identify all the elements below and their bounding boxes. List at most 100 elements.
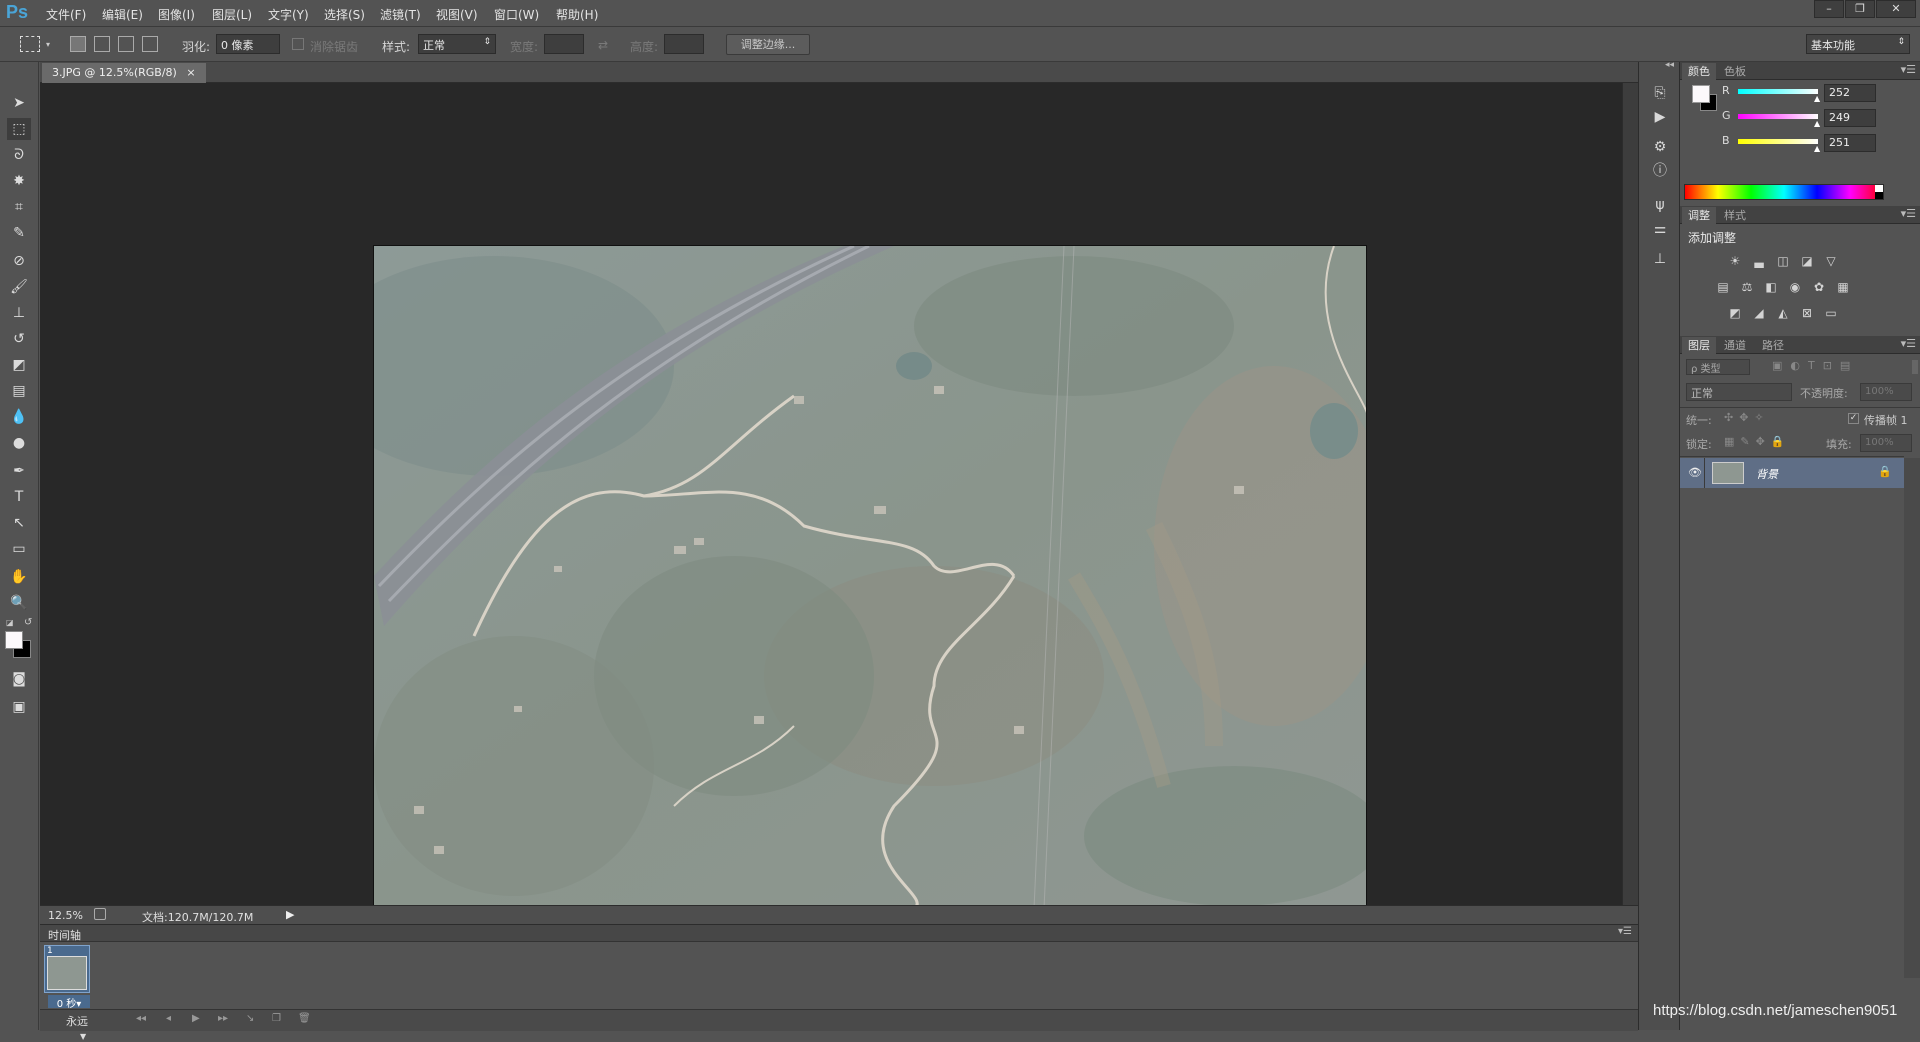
opacity-input[interactable]: 100%	[1860, 383, 1912, 401]
crop-tool-icon[interactable]: ⌗	[7, 196, 31, 218]
channel-mixer-icon[interactable]: ✿	[1810, 278, 1828, 296]
height-input[interactable]	[664, 34, 704, 54]
frame-delay-select[interactable]: 0 秒▾	[48, 995, 90, 1010]
status-info-icon[interactable]	[94, 908, 106, 920]
move-tool-icon[interactable]: ➤	[7, 92, 31, 114]
posterize-icon[interactable]: ◢	[1750, 304, 1768, 322]
chevron-down-icon[interactable]: ▾	[46, 40, 50, 49]
canvas-area[interactable]	[40, 83, 1622, 908]
clone-source-icon[interactable]: ⊥	[1649, 248, 1671, 270]
next-frame-icon[interactable]: ▸▸	[218, 1013, 228, 1024]
swap-icon[interactable]: ⇄	[598, 38, 608, 52]
tab-layers[interactable]: 图层	[1682, 337, 1716, 354]
screen-mode-icon[interactable]: ▣	[7, 696, 31, 718]
selective-color-icon[interactable]: ⊠	[1798, 304, 1816, 322]
rectangular-marquee-icon[interactable]: ⬚	[7, 118, 31, 140]
subtract-selection-icon[interactable]	[118, 36, 134, 52]
close-tab-icon[interactable]: ×	[186, 66, 195, 79]
animation-frame[interactable]: 1	[44, 945, 90, 993]
gradient-tool-icon[interactable]: ▤	[7, 380, 31, 402]
black-white-icon[interactable]: ◧	[1762, 278, 1780, 296]
panel-menu-icon[interactable]: ▾☰	[1901, 63, 1916, 76]
tab-adjustments[interactable]: 调整	[1682, 207, 1716, 224]
previous-frame-icon[interactable]: ◂	[166, 1013, 171, 1024]
menu-image[interactable]: 图像(I)	[158, 6, 195, 23]
g-value-input[interactable]: 249	[1824, 109, 1876, 127]
document-tab[interactable]: 3.JPG @ 12.5%(RGB/8) ×	[42, 63, 206, 83]
g-slider-thumb-icon[interactable]: ▲	[1814, 119, 1820, 128]
layer-filter-select[interactable]: ρ 类型	[1686, 359, 1750, 375]
layer-row[interactable]: 👁 背景 🔒	[1680, 458, 1904, 488]
b-value-input[interactable]: 251	[1824, 134, 1876, 152]
type-tool-icon[interactable]: T	[7, 486, 31, 508]
invert-icon[interactable]: ◩	[1726, 304, 1744, 322]
menu-window[interactable]: 窗口(W)	[494, 6, 539, 23]
menu-type[interactable]: 文字(Y)	[268, 6, 309, 23]
zoom-level[interactable]: 12.5%	[48, 909, 83, 922]
restore-button[interactable]: ❐	[1845, 0, 1875, 18]
add-to-selection-icon[interactable]	[94, 36, 110, 52]
play-icon[interactable]: ▶	[192, 1013, 200, 1024]
intersect-selection-icon[interactable]	[142, 36, 158, 52]
gradient-map-icon[interactable]: ▭	[1822, 304, 1840, 322]
hue-saturation-icon[interactable]: ▤	[1714, 278, 1732, 296]
r-slider[interactable]	[1738, 89, 1818, 94]
refine-edge-button[interactable]: 调整边缘...	[726, 34, 810, 55]
r-value-input[interactable]: 252	[1824, 84, 1876, 102]
history-brush-icon[interactable]: ↺	[7, 328, 31, 350]
style-select[interactable]: 正常 ⇕	[418, 34, 496, 54]
curves-icon[interactable]: ◫	[1774, 252, 1792, 270]
brush-panel-icon[interactable]: ψ	[1649, 194, 1671, 216]
lasso-tool-icon[interactable]: ᘐ	[7, 144, 31, 166]
close-window-button[interactable]: ✕	[1876, 0, 1916, 18]
menu-filter[interactable]: 滤镜(T)	[380, 6, 421, 23]
collapse-dock-icon[interactable]: ◂◂	[1665, 60, 1674, 70]
threshold-icon[interactable]: ◭	[1774, 304, 1792, 322]
layer-filter-icons[interactable]: ▣◐T⊡▤	[1772, 359, 1858, 372]
tween-icon[interactable]: ↘	[246, 1013, 254, 1024]
status-menu-arrow-icon[interactable]: ▶	[286, 908, 294, 921]
hand-tool-icon[interactable]: ✋	[7, 566, 31, 588]
duplicate-frame-icon[interactable]: ❐	[272, 1013, 281, 1024]
vibrance-icon[interactable]: ▽	[1822, 252, 1840, 270]
swap-colors-icon[interactable]: ↺	[24, 617, 32, 628]
eyedropper-icon[interactable]: ✎	[7, 222, 31, 244]
default-colors-icon[interactable]: ◪	[6, 618, 16, 627]
clone-stamp-icon[interactable]: ⊥	[7, 302, 31, 324]
panel-menu-icon[interactable]: ▾☰	[1618, 926, 1632, 937]
history-panel-icon[interactable]: ⎘	[1649, 82, 1671, 104]
foreground-color-swatch[interactable]	[1692, 85, 1710, 103]
info-panel-icon[interactable]: ⓘ	[1649, 160, 1671, 182]
path-selection-icon[interactable]: ↖	[7, 512, 31, 534]
menu-file[interactable]: 文件(F)	[46, 6, 86, 23]
lock-icons[interactable]: ▦✎✥🔒	[1724, 435, 1791, 448]
menu-view[interactable]: 视图(V)	[436, 6, 478, 23]
panel-menu-icon[interactable]: ▾☰	[1901, 337, 1916, 350]
brush-tool-icon[interactable]: 🖌	[7, 276, 31, 298]
vertical-scrollbar[interactable]	[1622, 83, 1638, 905]
blend-mode-select[interactable]: 正常	[1686, 383, 1792, 401]
propagate-checkbox[interactable]: ✓	[1848, 413, 1859, 424]
menu-edit[interactable]: 编辑(E)	[102, 6, 143, 23]
zoom-tool-icon[interactable]: 🔍	[7, 592, 31, 614]
magic-wand-icon[interactable]: ✸	[7, 170, 31, 192]
menu-select[interactable]: 选择(S)	[324, 6, 365, 23]
black-white-swatch[interactable]	[1875, 185, 1883, 199]
b-slider[interactable]	[1738, 139, 1818, 144]
color-balance-icon[interactable]: ⚖	[1738, 278, 1756, 296]
color-lookup-icon[interactable]: ▦	[1834, 278, 1852, 296]
quick-mask-icon[interactable]: ◙	[7, 668, 31, 690]
delete-frame-icon[interactable]: 🗑	[298, 1013, 311, 1024]
width-input[interactable]	[544, 34, 584, 54]
menu-help[interactable]: 帮助(H)	[556, 6, 598, 23]
fill-input[interactable]: 100%	[1860, 434, 1912, 452]
tab-color[interactable]: 颜色	[1682, 63, 1716, 80]
tab-channels[interactable]: 通道	[1718, 337, 1752, 354]
layers-scrollbar[interactable]	[1904, 458, 1920, 978]
levels-icon[interactable]: ▃	[1750, 252, 1768, 270]
r-slider-thumb-icon[interactable]: ▲	[1814, 94, 1820, 103]
panel-menu-icon[interactable]: ▾☰	[1901, 207, 1916, 220]
g-slider[interactable]	[1738, 114, 1818, 119]
b-slider-thumb-icon[interactable]: ▲	[1814, 144, 1820, 153]
exposure-icon[interactable]: ◪	[1798, 252, 1816, 270]
